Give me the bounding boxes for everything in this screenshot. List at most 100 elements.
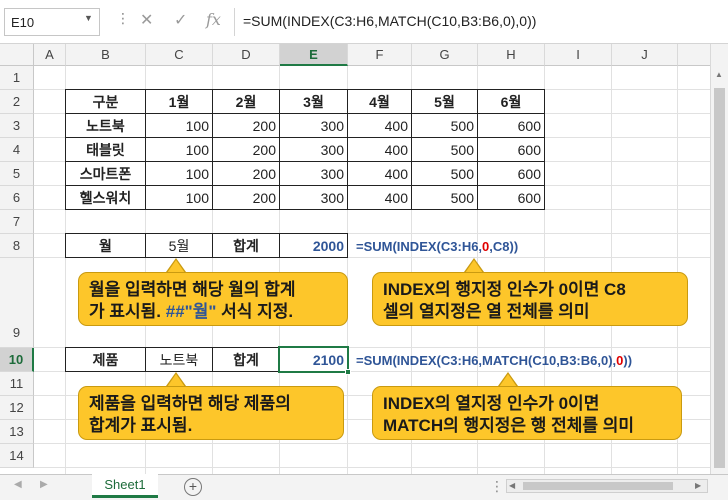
column-header-b[interactable]: B <box>66 44 146 66</box>
table-header[interactable]: 5월 <box>412 90 478 114</box>
table-cell[interactable]: 300 <box>280 186 348 209</box>
row-header-3[interactable]: 3 <box>0 114 34 138</box>
row-header-5[interactable]: 5 <box>0 162 34 186</box>
table-cell[interactable]: 500 <box>412 138 478 162</box>
row-header-9[interactable]: 9 <box>0 258 34 348</box>
callout-text: INDEX의 열지정 인수가 0이면 <box>383 394 600 413</box>
table-header[interactable]: 3월 <box>280 90 348 114</box>
column-header-g[interactable]: G <box>412 44 478 66</box>
table-cell[interactable]: 200 <box>213 162 280 186</box>
table-header[interactable]: 6월 <box>478 90 544 114</box>
table-cell[interactable]: 600 <box>478 162 544 186</box>
table-cell[interactable]: 500 <box>412 186 478 209</box>
callout-text: 서식 지정. <box>216 302 294 322</box>
table-cell[interactable]: 300 <box>280 162 348 186</box>
table-row-label[interactable]: 태블릿 <box>66 138 146 162</box>
table-cell[interactable]: 400 <box>348 114 412 138</box>
table-row-label[interactable]: 스마트폰 <box>66 162 146 186</box>
row-header-4[interactable]: 4 <box>0 138 34 162</box>
month-label[interactable]: 월 <box>66 234 146 257</box>
table-cell[interactable]: 200 <box>213 186 280 209</box>
cancel-icon[interactable]: ✕ <box>140 10 153 30</box>
formula-part: ,C8)) <box>489 239 519 254</box>
table-row-label[interactable]: 노트북 <box>66 114 146 138</box>
prev-sheet-icon[interactable]: ◀ <box>14 479 22 490</box>
table-cell[interactable]: 500 <box>412 162 478 186</box>
column-header-j[interactable]: J <box>612 44 678 66</box>
vertical-scroll-thumb[interactable] <box>714 88 725 468</box>
column-header-overflow[interactable] <box>678 44 710 66</box>
product-label[interactable]: 제품 <box>66 348 146 371</box>
row-header-13[interactable]: 13 <box>0 420 34 444</box>
table-cell[interactable]: 500 <box>412 114 478 138</box>
sum-label[interactable]: 합계 <box>213 348 280 371</box>
scroll-left-icon[interactable]: ◀ <box>509 481 515 490</box>
row-header-10[interactable]: 10 <box>0 348 34 372</box>
row-header-7[interactable]: 7 <box>0 210 34 234</box>
chevron-down-icon[interactable]: ▼ <box>84 13 93 23</box>
table-cell[interactable]: 400 <box>348 162 412 186</box>
product-input-cell[interactable]: 노트북 <box>146 348 213 371</box>
table-cell[interactable]: 400 <box>348 186 412 209</box>
callout-text: 가 표시됨. <box>89 302 166 322</box>
table-cell[interactable]: 100 <box>146 162 213 186</box>
enter-icon[interactable]: ✓ <box>174 10 187 30</box>
table-row-label[interactable]: 헬스워치 <box>66 186 146 209</box>
table-header[interactable]: 4월 <box>348 90 412 114</box>
formula-part: =SUM(INDEX(C3:H6, <box>356 239 483 254</box>
table-cell[interactable]: 600 <box>478 186 544 209</box>
column-header-i[interactable]: I <box>545 44 612 66</box>
column-header-f[interactable]: F <box>348 44 412 66</box>
sum-label[interactable]: 합계 <box>213 234 280 257</box>
row-header-14[interactable]: 14 <box>0 444 34 468</box>
callout-text: 제품을 입력하면 해당 제품의 <box>89 394 291 413</box>
callout-text: 합계가 표시됨. <box>89 416 193 436</box>
table-cell[interactable]: 600 <box>478 114 544 138</box>
table-cell[interactable]: 300 <box>280 138 348 162</box>
callout-text: MATCH의 행지정은 행 전체를 의미 <box>383 416 635 436</box>
table-cell[interactable]: 200 <box>213 114 280 138</box>
row-header-2[interactable]: 2 <box>0 90 34 114</box>
more-vertical-icon[interactable]: ⋮ <box>116 10 130 27</box>
row-header-11[interactable]: 11 <box>0 372 34 396</box>
column-header-a[interactable]: A <box>34 44 66 66</box>
column-header-d[interactable]: D <box>213 44 280 66</box>
row-header-6[interactable]: 6 <box>0 186 34 210</box>
table-cell[interactable]: 100 <box>146 114 213 138</box>
function-icon[interactable]: fx <box>206 10 221 29</box>
add-sheet-icon[interactable]: + <box>184 478 202 496</box>
table-header[interactable]: 1월 <box>146 90 213 114</box>
column-header-c[interactable]: C <box>146 44 213 66</box>
more-vertical-icon[interactable]: ⋮ <box>490 478 504 495</box>
horizontal-scroll-thumb[interactable] <box>523 482 673 490</box>
row-header-1[interactable]: 1 <box>0 66 34 90</box>
horizontal-scrollbar[interactable]: ◀ ▶ <box>506 479 708 493</box>
table-cell[interactable]: 200 <box>213 138 280 162</box>
tab-sheet1[interactable]: Sheet1 <box>92 474 158 498</box>
table-cell[interactable]: 300 <box>280 114 348 138</box>
active-cell-selection[interactable] <box>278 346 349 373</box>
month-input-cell[interactable]: 5월 <box>146 234 213 257</box>
column-header-e[interactable]: E <box>280 44 348 66</box>
callout-text: 월을 입력하면 해당 월의 합계 <box>89 280 296 299</box>
scroll-up-icon[interactable]: ▲ <box>715 70 723 79</box>
scroll-right-icon[interactable]: ▶ <box>695 481 701 490</box>
select-all-corner[interactable] <box>0 44 34 66</box>
column-header-h[interactable]: H <box>478 44 545 66</box>
month-sum-box: 월 5월 합계 2000 <box>65 233 348 258</box>
table-cell[interactable]: 600 <box>478 138 544 162</box>
next-sheet-icon[interactable]: ▶ <box>40 479 48 490</box>
worksheet-grid[interactable]: A B C D E F G H I J 1 2 3 4 5 6 7 8 9 10… <box>0 44 710 474</box>
table-cell[interactable]: 400 <box>348 138 412 162</box>
table-header[interactable]: 2월 <box>213 90 280 114</box>
month-formula-text: =SUM(INDEX(C3:H6,0,C8)) <box>356 239 518 254</box>
row-header-8[interactable]: 8 <box>0 234 34 258</box>
table-header[interactable]: 구분 <box>66 90 146 114</box>
formula-input[interactable]: =SUM(INDEX(C3:H6,MATCH(C10,B3:B6,0),0)) <box>234 8 724 36</box>
table-cell[interactable]: 100 <box>146 186 213 209</box>
row-header-12[interactable]: 12 <box>0 396 34 420</box>
table-cell[interactable]: 100 <box>146 138 213 162</box>
fill-handle[interactable] <box>345 369 351 375</box>
month-sum-value[interactable]: 2000 <box>280 234 347 257</box>
vertical-scrollbar[interactable]: ▲ <box>710 44 728 474</box>
